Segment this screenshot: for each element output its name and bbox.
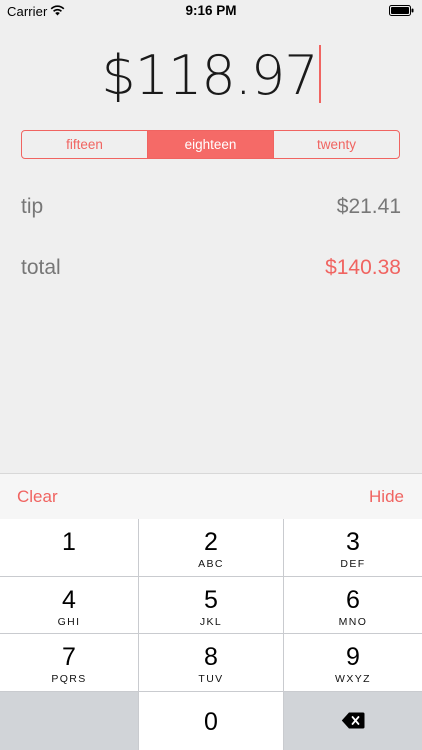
key-digit: 1 [62, 528, 76, 556]
clear-button[interactable]: Clear [17, 487, 58, 507]
key-letters: WXYZ [335, 673, 371, 685]
key-digit: 0 [204, 708, 218, 736]
status-time: 9:16 PM [185, 3, 237, 18]
key-2[interactable]: 2 ABC [139, 519, 283, 576]
backspace-key[interactable] [284, 692, 422, 750]
key-letters: GHI [57, 616, 81, 628]
battery-icon [389, 5, 414, 16]
total-value: $140.38 [325, 256, 401, 279]
tip-percentage-selector: fifteen eighteen twenty [21, 130, 400, 159]
hide-keyboard-button[interactable]: Hide [369, 487, 404, 507]
key-letters: DEF [340, 558, 366, 570]
key-digit: 8 [204, 643, 218, 671]
total-label: total [21, 256, 61, 279]
key-digit: 7 [62, 643, 76, 671]
tip-label: tip [21, 195, 44, 218]
empty-key [0, 692, 138, 750]
key-1[interactable]: 1 [0, 519, 138, 576]
key-6[interactable]: 6 MNO [284, 577, 422, 633]
key-digit: 9 [346, 643, 360, 671]
key-digit: 2 [204, 528, 218, 556]
key-letters: PQRS [51, 673, 87, 685]
tip-value: $21.41 [336, 195, 401, 218]
total-row: total $140.38 [21, 256, 401, 286]
status-bar: Carrier 9:16 PM [0, 0, 422, 22]
key-letters: MNO [338, 616, 368, 628]
key-7[interactable]: 7 PQRS [0, 634, 138, 691]
bill-amount-text: $118.97 [101, 44, 318, 107]
tip-option-eighteen[interactable]: eighteen [148, 131, 274, 158]
key-9[interactable]: 9 WXYZ [284, 634, 422, 691]
tip-option-fifteen[interactable]: fifteen [22, 131, 148, 158]
key-4[interactable]: 4 GHI [0, 577, 138, 633]
key-digit: 6 [346, 586, 360, 614]
numeric-keypad: 1 2 ABC 3 DEF 4 GHI 5 JKL 6 MNO 7 PQRS 8… [0, 519, 422, 750]
key-letters: TUV [198, 673, 224, 685]
key-5[interactable]: 5 JKL [139, 577, 283, 633]
tip-row: tip $21.41 [21, 195, 401, 225]
key-digit: 4 [62, 586, 76, 614]
bill-amount-field[interactable]: $118.97 [0, 42, 422, 110]
key-digit: 3 [346, 528, 360, 556]
key-8[interactable]: 8 TUV [139, 634, 283, 691]
key-digit: 5 [204, 586, 218, 614]
keyboard-toolbar: Clear Hide [0, 473, 422, 519]
text-cursor [318, 45, 321, 103]
key-letters: ABC [198, 558, 224, 570]
key-3[interactable]: 3 DEF [284, 519, 422, 576]
backspace-icon [341, 712, 365, 729]
key-letters: JKL [199, 616, 223, 628]
key-0[interactable]: 0 [139, 692, 283, 750]
tip-option-twenty[interactable]: twenty [274, 131, 399, 158]
